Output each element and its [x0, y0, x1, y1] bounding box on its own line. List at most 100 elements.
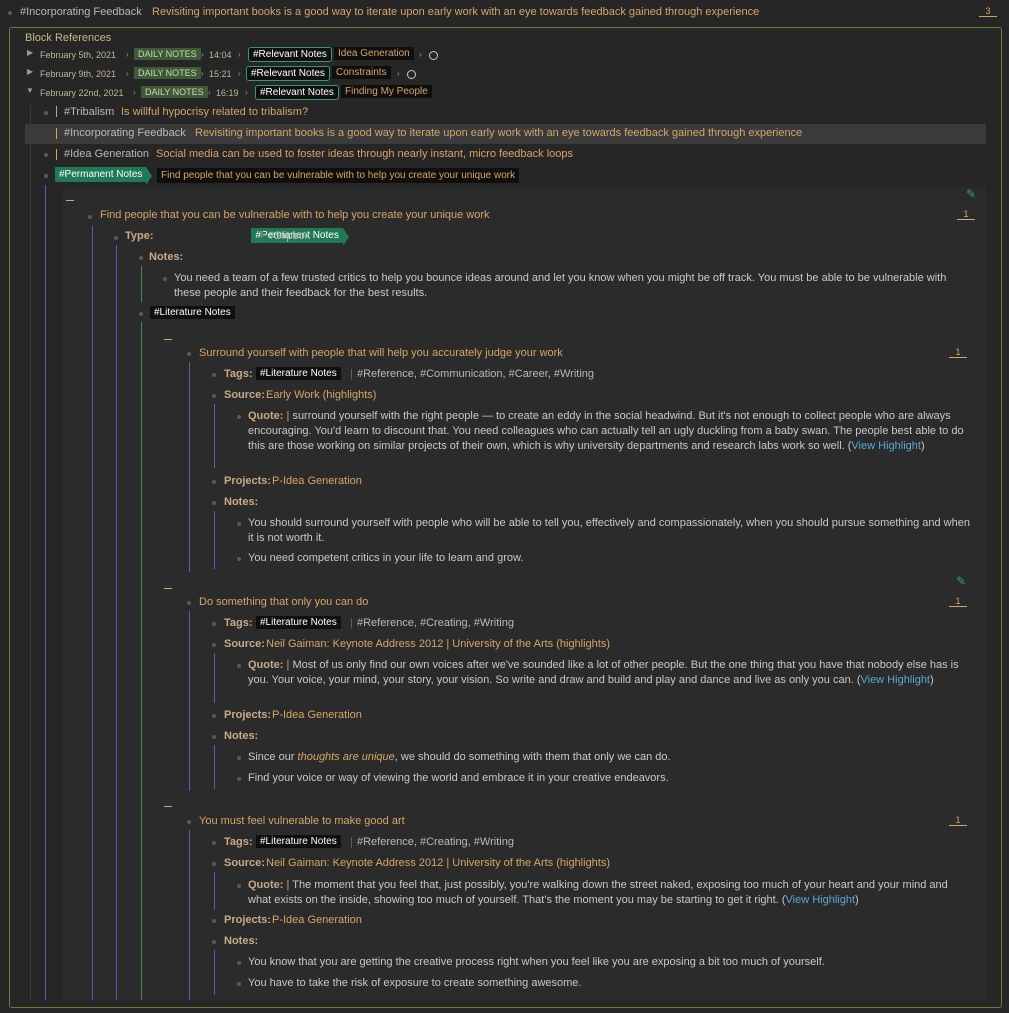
lit-title[interactable]: Do something that only you can do [199, 596, 368, 608]
note-text[interactable]: You should surround yourself with people… [248, 516, 973, 546]
block-bullet[interactable] [212, 714, 216, 718]
block-bullet[interactable] [212, 643, 216, 647]
embed-title[interactable]: Find people that you can be vulnerable w… [100, 209, 490, 221]
view-highlight-link[interactable]: View Highlight [786, 894, 856, 906]
block-text[interactable]: Is willful hypocrisy related to tribalis… [121, 106, 308, 118]
quote-block[interactable]: Quote: | Most of us only find our own vo… [248, 658, 973, 688]
expand-toggle-icon[interactable]: ▶ [27, 67, 33, 76]
ref-time[interactable]: 14:04 [209, 50, 232, 60]
block-bullet[interactable] [237, 522, 241, 526]
block-bullet[interactable] [212, 735, 216, 739]
block-bullet[interactable] [237, 557, 241, 561]
block-bullet[interactable] [114, 236, 118, 240]
block-bullet[interactable] [163, 277, 167, 281]
permanent-notes-tag[interactable]: #Permanent Notes [55, 167, 147, 182]
incorporating-feedback-tag[interactable]: #Incorporating Feedback [64, 127, 186, 139]
ref-page-link[interactable]: Constraints [332, 66, 391, 79]
block-bullet[interactable] [237, 756, 241, 760]
block-bullet[interactable] [212, 919, 216, 923]
daily-notes-chip[interactable]: DAILY NOTES [134, 67, 201, 79]
relevant-notes-tag[interactable]: #Relevant Notes [248, 47, 332, 62]
tags-list[interactable]: #Reference, #Communication, #Career, #Wr… [357, 368, 594, 380]
block-bullet[interactable] [237, 982, 241, 986]
ref-time[interactable]: 16:19 [216, 88, 239, 98]
block-bullet[interactable] [212, 940, 216, 944]
source-link[interactable]: Early Work (highlights) [266, 389, 376, 401]
note-text[interactable]: You need competent critics in your life … [248, 551, 973, 566]
tags-list[interactable]: #Reference, #Creating, #Writing [357, 617, 514, 629]
block-bullet[interactable] [212, 501, 216, 505]
lit-ref-count[interactable]: 1 [949, 815, 967, 826]
block-bullet[interactable] [212, 373, 216, 377]
literature-notes-tag[interactable]: #Literature Notes [256, 835, 341, 848]
project-link[interactable]: P-Idea Generation [272, 475, 362, 487]
block-text[interactable]: Social media can be used to foster ideas… [156, 148, 573, 160]
note-text[interactable]: Since our thoughts are unique, we should… [248, 750, 973, 765]
block-text[interactable]: Revisiting important books is a good way… [195, 127, 802, 139]
perm-note-link[interactable]: Find people that you can be vulnerable w… [157, 168, 520, 183]
lit-title[interactable]: You must feel vulnerable to make good ar… [199, 815, 405, 827]
note-text[interactable]: You have to take the risk of exposure to… [248, 976, 973, 991]
block-bullet[interactable] [139, 312, 143, 316]
lit-ref-count[interactable]: 1 [949, 347, 967, 358]
lit-ref-count[interactable]: 1 [949, 596, 967, 607]
note-text[interactable]: Find your voice or way of viewing the wo… [248, 771, 973, 786]
ref-time[interactable]: 15:21 [209, 69, 232, 79]
expand-toggle-icon[interactable]: ▶ [27, 48, 33, 57]
ref-circle-icon[interactable] [429, 51, 438, 60]
quote-block[interactable]: Quote: | surround yourself with the righ… [248, 409, 973, 454]
embed-ref-count[interactable]: 1 [957, 209, 975, 220]
view-highlight-link[interactable]: View Highlight [860, 674, 930, 686]
ref-date[interactable]: February 5th, 2021 [40, 50, 116, 60]
literature-notes-tag[interactable]: #Literature Notes [256, 616, 341, 629]
daily-notes-chip[interactable]: DAILY NOTES [141, 86, 208, 98]
block-bullet[interactable] [212, 394, 216, 398]
relevant-notes-tag[interactable]: #Relevant Notes [255, 85, 339, 100]
ref-page-link[interactable]: Idea Generation [334, 47, 414, 60]
note-text[interactable]: You know that you are getting the creati… [248, 955, 973, 970]
block-bullet[interactable] [44, 153, 48, 157]
collapse-toggle-icon[interactable]: ▼ [26, 86, 34, 95]
block-bullet[interactable] [237, 777, 241, 781]
block-bullet[interactable] [187, 601, 191, 605]
block-bullet[interactable] [187, 820, 191, 824]
relevant-notes-tag[interactable]: #Relevant Notes [246, 66, 330, 81]
block-bullet[interactable] [237, 415, 241, 419]
quote-block[interactable]: Quote: | The moment that you feel that, … [248, 878, 973, 908]
block-bullet[interactable] [212, 841, 216, 845]
block-bullet[interactable] [237, 664, 241, 668]
slipbox-tag[interactable]: #Slipbox [268, 230, 310, 242]
edit-pencil-icon[interactable]: ✎ [966, 187, 976, 201]
header-text[interactable]: Revisiting important books is a good way… [152, 6, 759, 18]
source-link[interactable]: Neil Gaiman: Keynote Address 2012 | Univ… [266, 857, 610, 869]
block-bullet[interactable] [139, 256, 143, 260]
header-ref-count[interactable]: 3 [979, 6, 997, 17]
notes-text[interactable]: You need a team of a few trusted critics… [174, 271, 974, 301]
header-tag[interactable]: #Incorporating Feedback [20, 6, 142, 18]
literature-notes-tag[interactable]: #Literature Notes [150, 306, 235, 319]
ref-date[interactable]: February 22nd, 2021 [40, 88, 124, 98]
block-bullet[interactable] [44, 111, 48, 115]
header-bullet[interactable] [8, 11, 12, 15]
block-bullet[interactable] [88, 215, 92, 219]
project-link[interactable]: P-Idea Generation [272, 709, 362, 721]
ref-circle-icon[interactable] [407, 70, 416, 79]
source-link[interactable]: Neil Gaiman: Keynote Address 2012 | Univ… [266, 638, 610, 650]
block-bullet[interactable] [187, 352, 191, 356]
block-bullet[interactable] [212, 862, 216, 866]
block-bullet[interactable] [237, 884, 241, 888]
daily-notes-chip[interactable]: DAILY NOTES [134, 48, 201, 60]
edit-pencil-icon[interactable]: ✎ [956, 574, 966, 588]
idea-generation-tag[interactable]: #Idea Generation [64, 148, 149, 160]
block-bullet[interactable] [212, 480, 216, 484]
tags-list[interactable]: #Reference, #Creating, #Writing [357, 836, 514, 848]
literature-notes-tag[interactable]: #Literature Notes [256, 367, 341, 380]
block-bullet[interactable] [44, 174, 48, 178]
block-bullet[interactable] [212, 622, 216, 626]
block-bullet[interactable] [237, 961, 241, 965]
view-highlight-link[interactable]: View Highlight [851, 440, 921, 452]
project-link[interactable]: P-Idea Generation [272, 914, 362, 926]
ref-page-link[interactable]: Finding My People [341, 85, 432, 98]
ref-date[interactable]: February 9th, 2021 [40, 69, 116, 79]
tribalism-tag[interactable]: #Tribalism [64, 106, 114, 118]
